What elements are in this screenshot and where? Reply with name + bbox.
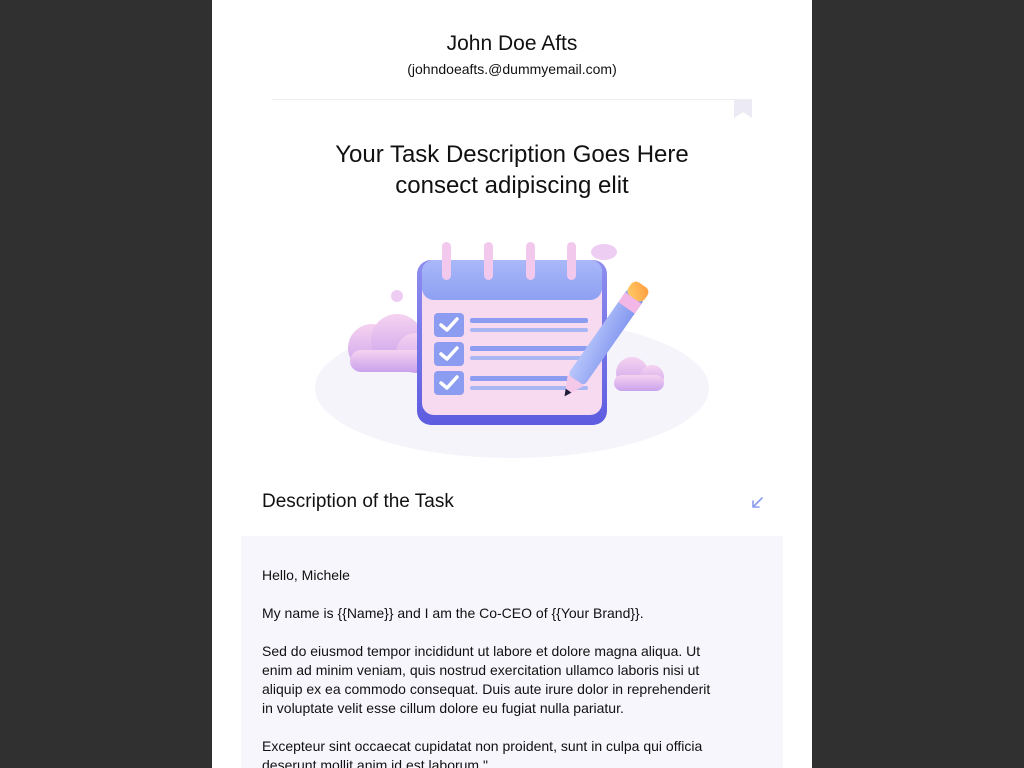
intro-line: My name is {{Name}} and I am the Co-CEO … — [262, 605, 644, 621]
message-text: Hello, Michele My name is {{Name}} and I… — [262, 566, 722, 768]
headline-line-1: Your Task Description Goes Here — [335, 141, 689, 168]
email-card: John Doe Afts (johndoeafts.@dummyemail.c… — [212, 0, 812, 768]
section-title: Description of the Task — [262, 491, 454, 512]
greeting: Hello, Michele — [262, 567, 350, 583]
sender-email[interactable]: (johndoeafts.@dummyemail.com) — [212, 61, 812, 77]
bookmark-icon[interactable] — [734, 100, 752, 118]
message-body: Hello, Michele My name is {{Name}} and I… — [241, 536, 783, 768]
paragraph-2: Excepteur sint occaecat cupidatat non pr… — [262, 738, 703, 768]
task-section-header[interactable]: Description of the Task — [242, 477, 812, 526]
paragraph-1: Sed do eiusmod tempor incididunt ut labo… — [262, 643, 711, 716]
calendar-checklist-illustration — [315, 242, 709, 458]
collapse-arrow-icon[interactable] — [750, 496, 764, 510]
task-headline: Your Task Description Goes Here consect … — [212, 139, 812, 201]
headline-line-2: consect adipiscing elit — [395, 172, 629, 199]
sender-name: John Doe Afts — [446, 32, 578, 55]
header-divider — [272, 99, 752, 100]
